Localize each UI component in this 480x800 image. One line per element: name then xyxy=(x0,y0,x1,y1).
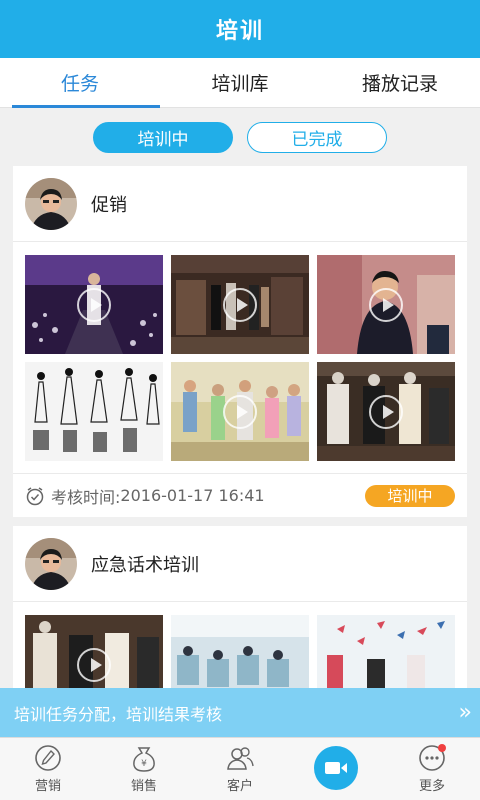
double-chevron-right-icon: » xyxy=(458,700,473,725)
video-thumbnail[interactable] xyxy=(317,255,455,354)
nav-label: 客户 xyxy=(226,779,253,794)
notification-dot xyxy=(438,744,446,752)
video-camera-icon xyxy=(325,762,347,774)
top-tabs: 任务 培训库 播放记录 xyxy=(0,58,480,108)
play-icon xyxy=(223,394,257,429)
video-thumbnail[interactable] xyxy=(317,615,455,688)
nav-more[interactable]: 更多 xyxy=(384,738,480,800)
users-icon xyxy=(227,747,254,770)
video-thumbnail[interactable] xyxy=(171,362,309,461)
video-grid xyxy=(13,602,467,688)
video-thumbnail[interactable] xyxy=(25,362,163,461)
pen-icon xyxy=(35,745,61,771)
banner-text: 培训任务分配，培训结果考核 xyxy=(14,704,223,724)
video-thumbnail[interactable] xyxy=(317,362,455,461)
avatar xyxy=(25,537,77,590)
title-bar: 培训 xyxy=(0,0,480,58)
nav-label: 销售 xyxy=(130,779,157,794)
video-thumbnail[interactable] xyxy=(171,255,309,354)
svg-text:¥: ¥ xyxy=(141,759,147,769)
exam-time-value: 2016-01-17 16:41 xyxy=(120,486,265,505)
nav-video[interactable] xyxy=(288,738,384,800)
avatar xyxy=(25,177,77,230)
training-card[interactable]: 应急话术培训 xyxy=(13,526,467,688)
play-icon xyxy=(223,287,257,322)
video-thumbnail[interactable] xyxy=(171,615,309,688)
nav-label: 更多 xyxy=(418,779,445,794)
play-icon xyxy=(77,647,111,682)
promo-banner[interactable]: 培训任务分配，培训结果考核 » xyxy=(0,688,480,737)
play-icon xyxy=(77,287,111,322)
status-segment: 培训中 已完成 xyxy=(0,108,480,166)
video-thumbnail[interactable] xyxy=(25,615,163,688)
bottom-nav: 营销 ¥ 销售 客户 更多 xyxy=(0,737,480,800)
video-grid xyxy=(13,242,467,473)
card-header: 促销 xyxy=(13,166,467,242)
exam-time-label: 考核时间: xyxy=(51,487,121,507)
video-record-button[interactable] xyxy=(314,746,358,790)
video-thumbnail[interactable] xyxy=(25,255,163,354)
clock-check-icon xyxy=(26,486,44,505)
card-title: 促销 xyxy=(91,194,127,216)
play-icon xyxy=(369,394,403,429)
money-bag-icon: ¥ xyxy=(133,747,155,772)
segment-in-training[interactable]: 培训中 xyxy=(93,121,233,153)
nav-sales[interactable]: ¥ 销售 xyxy=(96,738,192,800)
segment-completed[interactable]: 已完成 xyxy=(247,121,387,153)
card-title: 应急话术培训 xyxy=(91,554,199,576)
nav-marketing[interactable]: 营销 xyxy=(0,738,96,800)
training-card[interactable]: 促销 考核时间: 2016-01-17 16:41 培训中 xyxy=(13,166,467,517)
tab-play-history[interactable]: 播放记录 xyxy=(320,58,480,107)
tab-training-library[interactable]: 培训库 xyxy=(160,58,320,107)
tab-tasks[interactable]: 任务 xyxy=(0,58,160,108)
status-badge: 培训中 xyxy=(365,484,455,507)
page-title: 培训 xyxy=(215,19,264,44)
card-header: 应急话术培训 xyxy=(13,526,467,602)
card-footer: 考核时间: 2016-01-17 16:41 培训中 xyxy=(13,473,467,517)
play-icon xyxy=(369,287,403,322)
nav-customers[interactable]: 客户 xyxy=(192,738,288,800)
nav-label: 营销 xyxy=(34,779,61,794)
